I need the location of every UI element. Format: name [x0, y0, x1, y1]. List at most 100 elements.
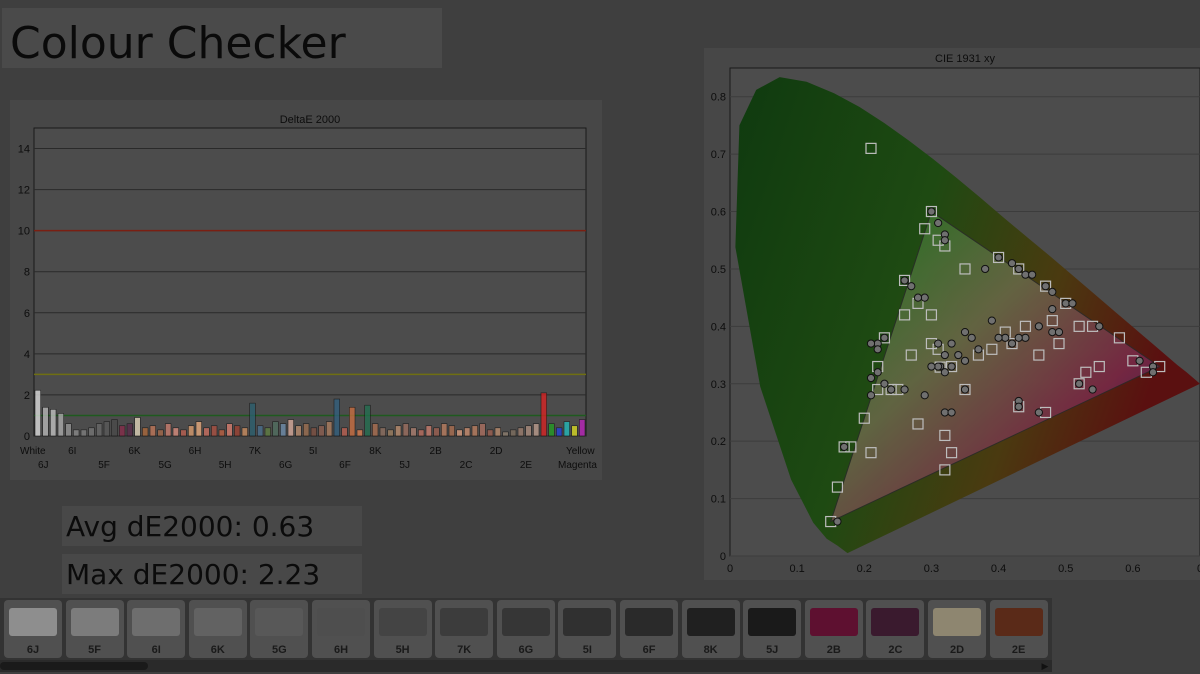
measured-point [873, 345, 882, 354]
swatch-label: 5J [766, 644, 779, 656]
swatch-item[interactable]: 5J [743, 600, 802, 658]
swatch-item[interactable]: 2D [928, 600, 986, 658]
bar [80, 429, 87, 437]
bar [456, 429, 463, 437]
bar [57, 413, 64, 437]
x-tick-label: 6H [189, 446, 202, 457]
measured-point [1014, 402, 1023, 411]
swatch-item[interactable]: 2E [989, 600, 1048, 658]
bar [533, 423, 540, 437]
bar [471, 425, 478, 437]
swatch-label: 2C [888, 644, 903, 656]
swatch-chip [317, 608, 365, 636]
swatch-item[interactable]: 5H [373, 600, 432, 658]
swatch-item[interactable]: 6K [188, 600, 247, 658]
measured-point [1014, 333, 1023, 342]
x-tick-label: 6I [68, 446, 76, 457]
x-tick-label: 0.4 [991, 563, 1006, 575]
avg-de-box: Avg dE2000: 0.63 [62, 506, 362, 546]
bar [364, 404, 371, 437]
bar [395, 425, 402, 437]
bar [402, 423, 409, 437]
y-tick-label: 8 [24, 267, 30, 279]
bar [157, 429, 164, 437]
measured-point [1007, 259, 1017, 268]
bar [195, 421, 202, 437]
swatch-item[interactable]: 6H [312, 600, 370, 658]
bar [50, 409, 57, 437]
swatch-item[interactable]: 6G [496, 600, 555, 658]
swatch-item[interactable]: 6J [4, 600, 62, 658]
x-tick-label: White [20, 446, 46, 457]
x-tick-label: 5J [399, 460, 410, 471]
swatch-label: 7K [457, 644, 472, 656]
x-tick-label: 5G [158, 460, 172, 471]
swatch-label: 5H [395, 644, 410, 656]
swatch-chip [9, 608, 57, 636]
x-tick-label: 6J [38, 460, 49, 471]
swatch-item[interactable]: 2B [804, 600, 863, 658]
swatch-chip [563, 608, 612, 636]
bar [241, 427, 248, 437]
bar [103, 421, 110, 437]
swatch-label: 2D [949, 644, 965, 656]
measured-point [1007, 339, 1017, 348]
bar [264, 427, 271, 437]
bar [479, 423, 486, 437]
measured-point [934, 362, 943, 371]
swatch-chip [686, 608, 735, 636]
bar [556, 427, 563, 437]
bar [134, 417, 141, 437]
bar [142, 427, 149, 437]
y-tick-label: 10 [18, 226, 30, 238]
swatch-item[interactable]: 8K [681, 600, 740, 658]
y-tick-label: 0.3 [711, 379, 726, 391]
bar [433, 427, 440, 437]
measured-point [1054, 327, 1064, 337]
y-tick-label: 4 [24, 349, 30, 361]
measured-point [1001, 333, 1010, 342]
swatch-item[interactable]: 5I [558, 600, 617, 658]
swatch-chip [748, 608, 797, 636]
measured-point [960, 385, 970, 394]
swatch-item[interactable]: 5F [65, 600, 124, 658]
horizontal-scrollbar[interactable]: ▶ [0, 660, 1052, 672]
measured-point [866, 373, 876, 383]
scrollbar-thumb[interactable] [0, 662, 148, 670]
y-tick-label: 0.2 [711, 436, 726, 448]
measured-point [907, 282, 916, 291]
bar [517, 427, 524, 437]
x-tick-label: Yellow [566, 446, 595, 457]
bar [510, 429, 517, 437]
measured-point [1034, 408, 1043, 417]
bar [88, 427, 95, 437]
measured-point [974, 345, 983, 354]
measured-point [1135, 356, 1144, 365]
swatch-label: 6K [210, 644, 225, 656]
bar [295, 425, 302, 437]
y-tick-label: 12 [18, 185, 30, 197]
swatch-chip [871, 608, 920, 636]
measured-point [1068, 299, 1077, 308]
page-title: Colour Checker [10, 18, 346, 69]
swatch-item[interactable]: 6F [620, 600, 678, 658]
measured-point [1048, 305, 1057, 314]
measured-point [967, 333, 976, 342]
measured-point [947, 339, 956, 348]
swatch-item[interactable]: 6I [127, 600, 186, 658]
measured-point [947, 408, 956, 417]
swatch-label: 6I [151, 644, 161, 656]
measured-point [913, 293, 923, 302]
measured-point [1014, 264, 1023, 274]
swatch-chip [193, 608, 242, 636]
x-tick-label: 6K [128, 446, 141, 457]
measured-point [987, 316, 996, 325]
swatch-item[interactable]: 5G [250, 600, 309, 658]
bar [119, 425, 126, 437]
measured-point [1021, 270, 1030, 279]
triangle-right-icon[interactable]: ▶ [1040, 661, 1050, 671]
swatch-item[interactable]: 2C [866, 600, 925, 658]
cie-chart: CIE 1931 xy 0 0.1 0.2 0.3 0.4 0.5 0.6 0.7 0.8 0 0.1… [711, 53, 1200, 575]
bar [218, 429, 225, 437]
swatch-item[interactable]: 7K [435, 600, 494, 658]
